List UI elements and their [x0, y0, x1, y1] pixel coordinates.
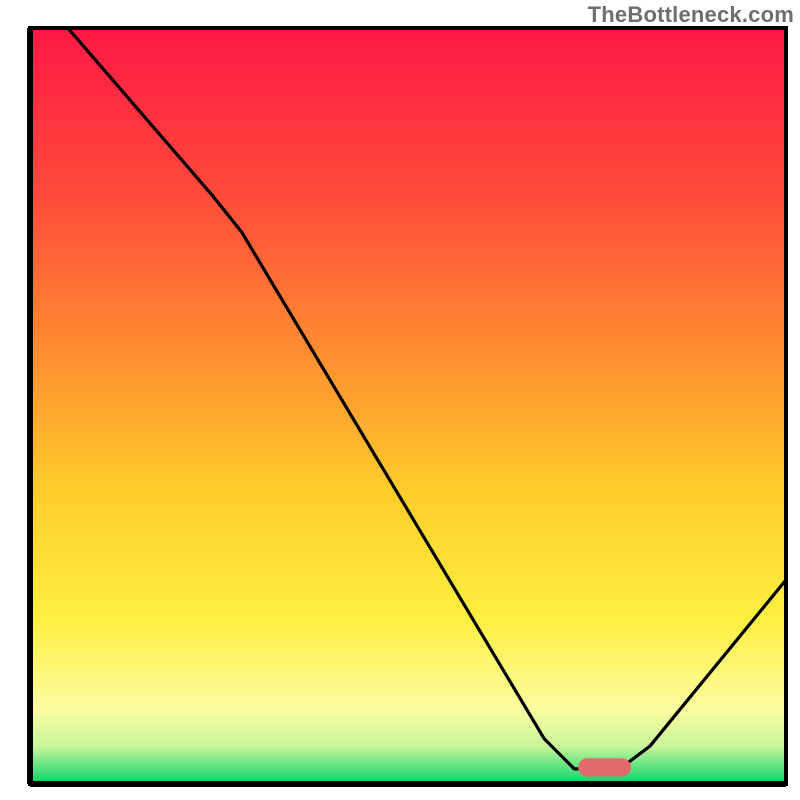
watermark-text: TheBottleneck.com — [588, 2, 794, 28]
chart-stage: TheBottleneck.com — [0, 0, 800, 800]
plot-gradient-bg — [30, 28, 786, 784]
valley-marker — [578, 758, 631, 776]
bottleneck-chart — [0, 0, 800, 800]
